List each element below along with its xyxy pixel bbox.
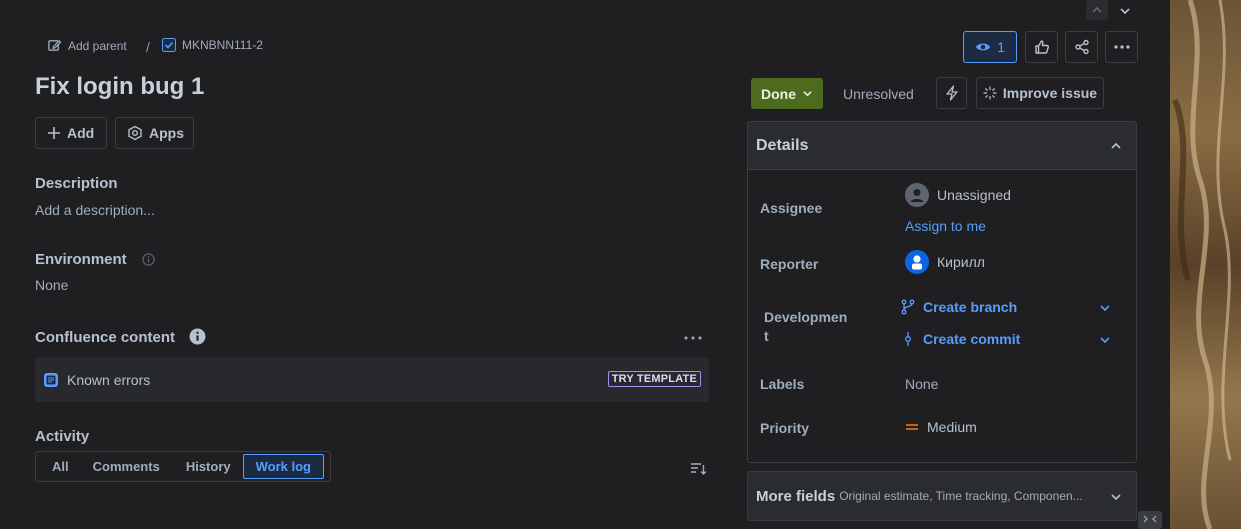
issue-title[interactable]: Fix login bug 1 xyxy=(35,73,204,101)
assignee-label: Assignee xyxy=(760,200,823,216)
sort-icon xyxy=(690,463,707,480)
like-button[interactable] xyxy=(1025,31,1058,63)
environment-heading: Environment xyxy=(35,251,127,268)
tab-work-log[interactable]: Work log xyxy=(242,454,324,479)
collapse-arrows-icon xyxy=(1143,515,1157,525)
chevron-down-icon[interactable] xyxy=(1099,301,1111,319)
unassigned-avatar-icon xyxy=(905,183,929,207)
chevron-up-icon xyxy=(1110,139,1122,157)
tab-history[interactable]: History xyxy=(178,454,239,479)
status-label: Done xyxy=(761,85,796,102)
details-panel: Details Assignee Unassigned Assign to me… xyxy=(747,121,1137,463)
details-header[interactable]: Details xyxy=(748,122,1136,170)
resolution-value: Unresolved xyxy=(843,86,914,102)
more-fields-summary: Original estimate, Time tracking, Compon… xyxy=(839,489,1083,503)
collapse-panel-button[interactable] xyxy=(1138,511,1162,529)
more-actions-button[interactable] xyxy=(1105,31,1138,63)
chevron-down-icon xyxy=(802,88,813,99)
more-horizontal-icon xyxy=(1113,45,1130,49)
confluence-heading: Confluence content xyxy=(35,329,176,346)
reporter-field[interactable]: Кирилл xyxy=(905,250,985,274)
known-errors-item[interactable]: Known errors TRY TEMPLATE xyxy=(35,357,709,402)
thumbs-up-icon xyxy=(1034,39,1050,55)
priority-label: Priority xyxy=(760,420,810,436)
description-heading: Description xyxy=(35,175,118,192)
tab-all[interactable]: All xyxy=(44,454,77,479)
watch-button[interactable]: 1 xyxy=(963,31,1017,63)
assignee-field[interactable]: Unassigned xyxy=(905,183,1011,207)
edit-icon xyxy=(47,38,62,53)
details-title: Details xyxy=(756,136,809,154)
activity-heading: Activity xyxy=(35,428,90,445)
apps-button[interactable]: Apps xyxy=(115,117,194,149)
description-input[interactable]: Add a description... xyxy=(35,202,155,218)
status-dropdown[interactable]: Done xyxy=(751,78,823,109)
user-avatar-icon xyxy=(905,250,929,274)
assignee-value: Unassigned xyxy=(937,187,1011,203)
share-button[interactable] xyxy=(1065,31,1098,63)
next-issue-button[interactable] xyxy=(1114,1,1136,21)
commit-icon xyxy=(901,331,915,347)
create-commit-label: Create commit xyxy=(923,331,1021,347)
apps-hexagon-icon xyxy=(127,125,143,141)
chevron-down-icon xyxy=(1110,490,1122,508)
activity-tabs: All Comments History Work log xyxy=(35,451,331,482)
assign-to-me-link[interactable]: Assign to me xyxy=(905,218,986,234)
sparkle-icon xyxy=(983,86,997,100)
priority-medium-icon xyxy=(905,422,919,432)
add-label: Add xyxy=(67,125,95,141)
share-icon xyxy=(1074,39,1090,55)
priority-value: Medium xyxy=(927,419,977,435)
watch-count: 1 xyxy=(997,39,1005,55)
sort-order-button[interactable] xyxy=(690,462,707,481)
known-errors-label: Known errors xyxy=(67,371,151,388)
create-branch-link[interactable]: Create branch xyxy=(901,299,1017,315)
apps-label: Apps xyxy=(149,125,184,141)
automation-button[interactable] xyxy=(936,77,967,109)
more-horizontal-icon xyxy=(684,327,702,344)
add-parent-link[interactable]: Add parent xyxy=(47,38,127,53)
add-button[interactable]: Add xyxy=(35,117,107,149)
branch-icon xyxy=(901,299,915,315)
labels-value[interactable]: None xyxy=(905,376,938,392)
more-fields-section[interactable]: More fields Original estimate, Time trac… xyxy=(747,471,1137,521)
chevron-down-icon xyxy=(1119,5,1131,17)
environment-info-icon[interactable] xyxy=(142,253,155,271)
add-parent-label: Add parent xyxy=(68,38,127,53)
lightning-bolt-icon xyxy=(945,85,959,101)
reporter-value: Кирилл xyxy=(937,254,985,270)
confluence-more-button[interactable] xyxy=(684,327,702,345)
more-fields-title: More fields xyxy=(756,487,836,505)
labels-label: Labels xyxy=(760,376,805,392)
environment-value[interactable]: None xyxy=(35,277,68,293)
background-image xyxy=(1170,0,1241,529)
issue-key-link[interactable]: MKNBNN111-2 xyxy=(162,38,263,52)
previous-issue-button[interactable] xyxy=(1086,0,1108,20)
issue-key: MKNBNN111-2 xyxy=(182,38,263,52)
chevron-up-icon xyxy=(1091,4,1103,16)
development-label: Developmen t xyxy=(764,309,848,344)
task-checkbox-icon xyxy=(162,38,176,52)
try-template-button[interactable]: TRY TEMPLATE xyxy=(607,371,701,387)
page-icon xyxy=(43,372,59,388)
improve-issue-button[interactable]: Improve issue xyxy=(976,77,1104,109)
priority-field[interactable]: Medium xyxy=(905,419,977,435)
improve-issue-label: Improve issue xyxy=(1002,85,1098,101)
create-branch-label: Create branch xyxy=(923,299,1018,315)
plus-icon xyxy=(47,126,61,140)
breadcrumb-separator: / xyxy=(146,39,150,55)
confluence-info-icon[interactable] xyxy=(189,328,206,350)
eye-icon xyxy=(975,41,991,53)
create-commit-link[interactable]: Create commit xyxy=(901,331,1020,347)
tab-comments[interactable]: Comments xyxy=(85,454,168,479)
reporter-label: Reporter xyxy=(760,256,819,272)
chevron-down-icon[interactable] xyxy=(1099,333,1111,351)
